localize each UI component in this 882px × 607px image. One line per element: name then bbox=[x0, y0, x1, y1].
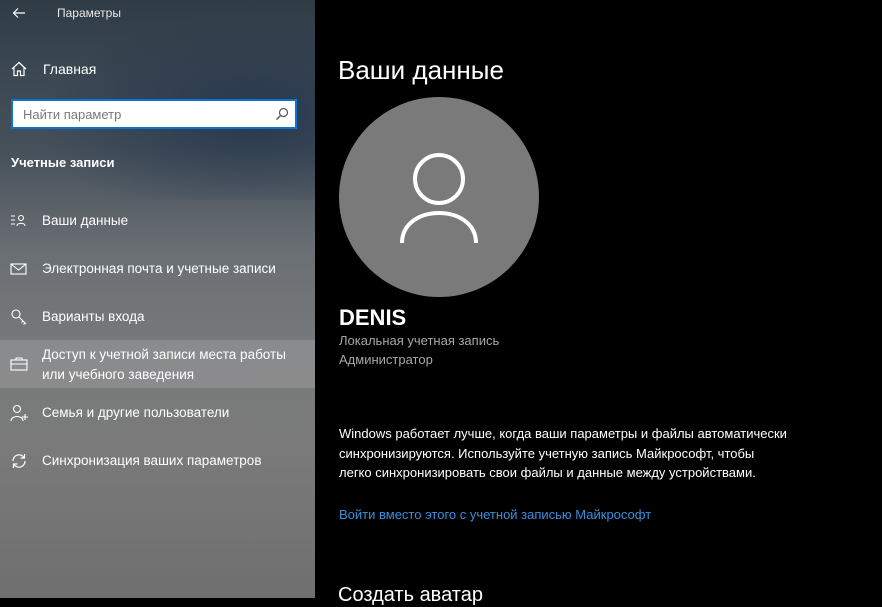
search-box bbox=[11, 99, 297, 129]
person-add-icon bbox=[9, 403, 29, 423]
sync-icon bbox=[9, 451, 29, 471]
search-input[interactable] bbox=[13, 101, 273, 127]
person-icon bbox=[400, 153, 478, 244]
sidebar-item-label: Семья и другие пользователи bbox=[42, 405, 230, 420]
info-text: Windows работает лучше, когда ваши парам… bbox=[339, 426, 787, 480]
sidebar-item-your-info[interactable]: Ваши данные bbox=[0, 202, 315, 240]
sidebar-item-label-line2: или учебного заведения bbox=[42, 367, 195, 382]
avatar bbox=[339, 97, 539, 297]
sidebar: Параметры Главная Учетные записи Ваши bbox=[0, 0, 315, 598]
window-title: Параметры bbox=[57, 6, 121, 20]
key-icon bbox=[9, 307, 29, 327]
home-label: Главная bbox=[43, 61, 97, 77]
sidebar-item-family[interactable]: Семья и другие пользователи bbox=[0, 394, 315, 432]
home-icon bbox=[9, 59, 29, 79]
account-type: Локальная учетная запись bbox=[339, 333, 500, 348]
mail-icon bbox=[9, 259, 29, 279]
sidebar-item-sign-in-options[interactable]: Варианты входа bbox=[0, 298, 315, 336]
arrow-left-icon bbox=[12, 8, 25, 18]
sidebar-item-label-line1: Доступ к учетной записи места работы bbox=[42, 347, 286, 362]
main-content: Ваши данные DENIS Локальная учетная запи… bbox=[315, 0, 882, 606]
back-button[interactable] bbox=[6, 2, 32, 24]
user-name: DENIS bbox=[339, 305, 407, 330]
create-avatar-heading: Создать аватар bbox=[338, 584, 483, 606]
section-title: Учетные записи bbox=[11, 155, 115, 170]
sidebar-item-sync[interactable]: Синхронизация ваших параметров bbox=[0, 442, 315, 480]
sidebar-item-work-access[interactable]: Доступ к учетной записи места работы или… bbox=[0, 340, 315, 388]
sidebar-item-home[interactable]: Главная bbox=[0, 53, 315, 85]
page-title: Ваши данные bbox=[338, 55, 504, 85]
sidebar-item-label: Электронная почта и учетные записи bbox=[42, 261, 276, 276]
title-bar: Параметры bbox=[0, 0, 315, 28]
sidebar-item-label: Варианты входа bbox=[42, 309, 145, 324]
search-icon[interactable] bbox=[273, 105, 291, 123]
person-list-icon bbox=[9, 211, 29, 231]
account-role: Администратор bbox=[339, 352, 433, 367]
sign-in-microsoft-link[interactable]: Войти вместо этого с учетной записью Май… bbox=[339, 507, 651, 522]
sidebar-item-email[interactable]: Электронная почта и учетные записи bbox=[0, 250, 315, 288]
sidebar-item-label: Ваши данные bbox=[42, 213, 129, 228]
sidebar-item-label: Синхронизация ваших параметров bbox=[42, 453, 262, 468]
briefcase-icon bbox=[9, 354, 29, 374]
